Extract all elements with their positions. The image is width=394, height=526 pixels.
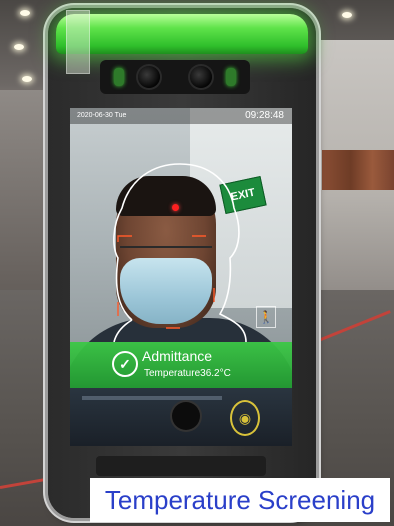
temperature-reading: Temperature36.2°C xyxy=(144,368,231,379)
led-indicator xyxy=(114,68,124,86)
face-detect-box xyxy=(117,235,215,329)
status-bar: 2020-06-30 Tue 09:28:48 xyxy=(70,108,292,124)
check-icon: ✓ xyxy=(112,351,138,377)
ceiling-light xyxy=(14,44,24,50)
blurred-text-line xyxy=(82,396,222,400)
ceiling-light xyxy=(20,10,30,16)
screen-lower-panel: ◉ xyxy=(70,388,292,446)
card-reader-icon: ◉ xyxy=(230,400,260,436)
tape-strip xyxy=(66,10,90,74)
temperature-point-marker xyxy=(172,204,179,211)
admittance-title: Admittance xyxy=(142,348,213,364)
status-date: 2020-06-30 Tue xyxy=(77,112,127,119)
home-button[interactable] xyxy=(172,402,200,430)
thermal-lens-icon xyxy=(190,66,212,88)
status-time: 09:28:48 xyxy=(245,110,284,121)
walking-person-icon: 🚶 xyxy=(256,306,276,328)
caption-text: Temperature Screening xyxy=(104,484,376,515)
device-screen: EXIT 2020-06-30 Tue 09:28:48 🚶 ✓ Admitta… xyxy=(70,108,292,446)
stacked-boxes xyxy=(322,150,394,190)
caption-box: Temperature Screening xyxy=(90,478,390,522)
head-guide-path xyxy=(113,163,247,343)
admittance-banner: ✓ Admittance Temperature36.2°C xyxy=(70,342,292,388)
ceiling-light xyxy=(22,76,32,82)
ceiling-light xyxy=(342,12,352,18)
sensor-strip xyxy=(100,60,250,94)
camera-lens-icon xyxy=(138,66,160,88)
shoulder-guide-path xyxy=(113,319,133,343)
device-bottom-panel xyxy=(96,456,266,476)
status-light-bar xyxy=(56,14,308,54)
led-indicator xyxy=(226,68,236,86)
